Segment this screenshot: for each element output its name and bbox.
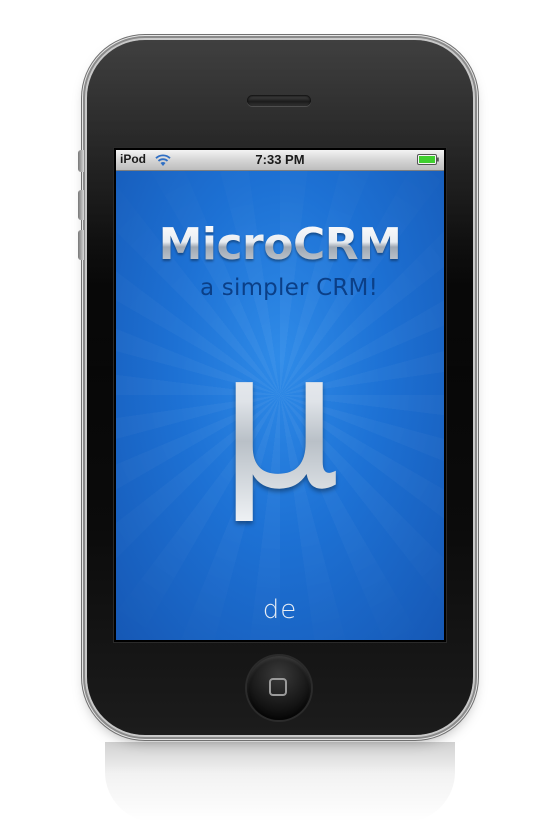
ipod-device: iPod 7:33 PM MicroCRM a simpler CRM! μ d…	[78, 40, 473, 735]
volume-up-button	[78, 190, 84, 220]
device-reflection	[105, 742, 455, 822]
volume-down-button	[78, 230, 84, 260]
mute-switch	[78, 150, 84, 172]
mu-logo-icon: μ	[116, 321, 444, 521]
home-button[interactable]	[247, 656, 311, 720]
app-tagline: a simpler CRM!	[200, 275, 378, 301]
company-logo: de	[262, 595, 298, 625]
earpiece	[247, 95, 311, 106]
status-time: 7:33 PM	[255, 152, 305, 167]
home-button-icon	[269, 678, 287, 696]
splash-screen: MicroCRM a simpler CRM! μ de	[116, 171, 444, 640]
device-mockup: iPod 7:33 PM MicroCRM a simpler CRM! μ d…	[0, 0, 560, 840]
battery-icon	[417, 154, 439, 165]
status-bar: iPod 7:33 PM	[116, 150, 444, 171]
app-title: MicroCRM	[116, 219, 444, 270]
device-screen: iPod 7:33 PM MicroCRM a simpler CRM! μ d…	[116, 150, 444, 640]
